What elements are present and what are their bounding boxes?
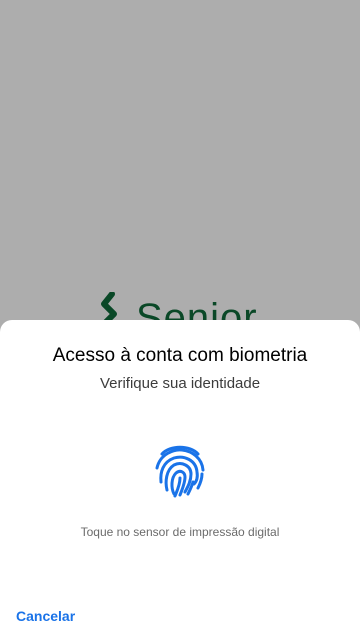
- biometric-dialog: Acesso à conta com biometria Verifique s…: [0, 320, 360, 640]
- fingerprint-hint: Toque no sensor de impressão digital: [80, 525, 280, 539]
- dialog-title: Acesso à conta com biometria: [52, 345, 308, 366]
- cancel-button[interactable]: Cancelar: [16, 607, 75, 625]
- fingerprint-icon[interactable]: [154, 442, 206, 498]
- screen: Senior Acesso à conta com biometria Veri…: [0, 0, 360, 640]
- dialog-subtitle: Verifique sua identidade: [99, 375, 261, 392]
